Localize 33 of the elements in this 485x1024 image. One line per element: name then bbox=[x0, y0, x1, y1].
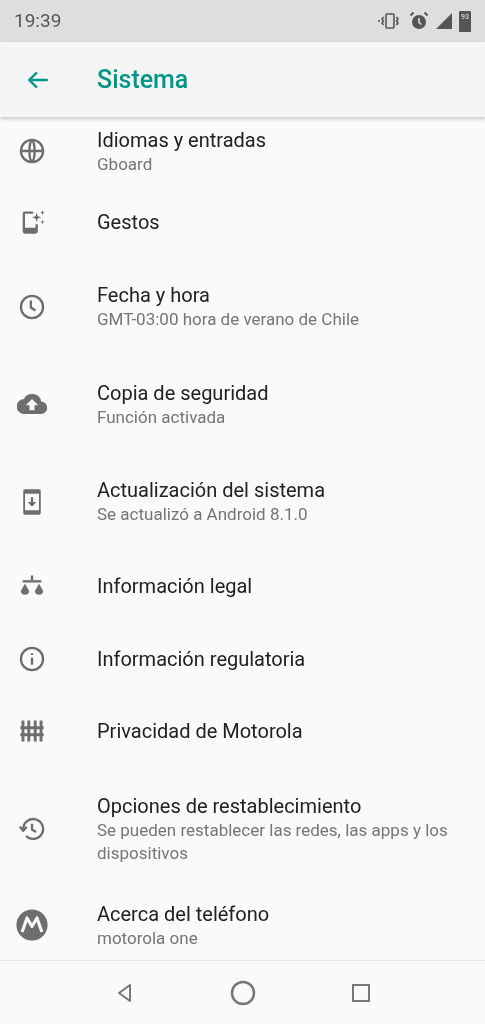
item-title: Información legal bbox=[97, 573, 253, 599]
item-title: Privacidad de Motorola bbox=[97, 718, 303, 744]
item-title: Gestos bbox=[97, 208, 160, 235]
settings-item[interactable]: Información regulatoria bbox=[0, 622, 485, 695]
page-title: Sistema bbox=[97, 63, 189, 96]
item-title: Fecha y hora bbox=[97, 282, 211, 308]
settings-item[interactable]: Acerca del teléfono motorola one bbox=[0, 890, 485, 960]
settings-item[interactable]: Fecha y hora GMT-03:00 hora de verano de Chile bbox=[0, 258, 485, 355]
settings-item[interactable]: Opciones de restablecimiento Se pueden restablecer las redes, las apps y los dispositivos bbox=[0, 767, 485, 890]
status-time: 19:39 bbox=[14, 7, 62, 34]
motorola-logo-icon bbox=[15, 908, 49, 942]
settings-item[interactable]: Idiomas y entradas Gboard bbox=[0, 117, 485, 185]
item-title: Copia de seguridad bbox=[97, 379, 269, 406]
item-subtitle: GMT-03:00 hora de verano de Chile bbox=[97, 308, 360, 331]
square-icon bbox=[350, 982, 371, 1003]
signal-icon bbox=[435, 12, 453, 30]
settings-item[interactable]: Actualización del sistema Se actualizó a Android 8.1.0 bbox=[0, 453, 485, 550]
item-title: Idiomas y entradas bbox=[97, 126, 267, 153]
item-title: Acerca del teléfono bbox=[97, 900, 270, 927]
item-title: Opciones de restablecimiento bbox=[97, 792, 363, 819]
alarm-icon bbox=[409, 11, 429, 31]
item-subtitle: Se pueden restablecer las redes, las apps y los dispositivos bbox=[97, 818, 449, 865]
item-subtitle: Se actualizó a Android 8.1.0 bbox=[97, 503, 309, 526]
item-subtitle: Función activada bbox=[97, 405, 227, 429]
settings-item[interactable]: Privacidad de Motorola bbox=[0, 695, 485, 767]
settings-item[interactable]: Gestos bbox=[0, 185, 485, 258]
circle-icon bbox=[229, 979, 256, 1006]
settings-item[interactable]: Copia de seguridad Función activada bbox=[0, 355, 485, 453]
settings-item[interactable]: Información legal bbox=[0, 550, 485, 622]
item-subtitle: motorola one bbox=[97, 926, 199, 950]
item-title: Actualización del sistema bbox=[97, 477, 326, 503]
item-title: Información regulatoria bbox=[97, 645, 306, 672]
item-subtitle: Gboard bbox=[97, 152, 154, 176]
